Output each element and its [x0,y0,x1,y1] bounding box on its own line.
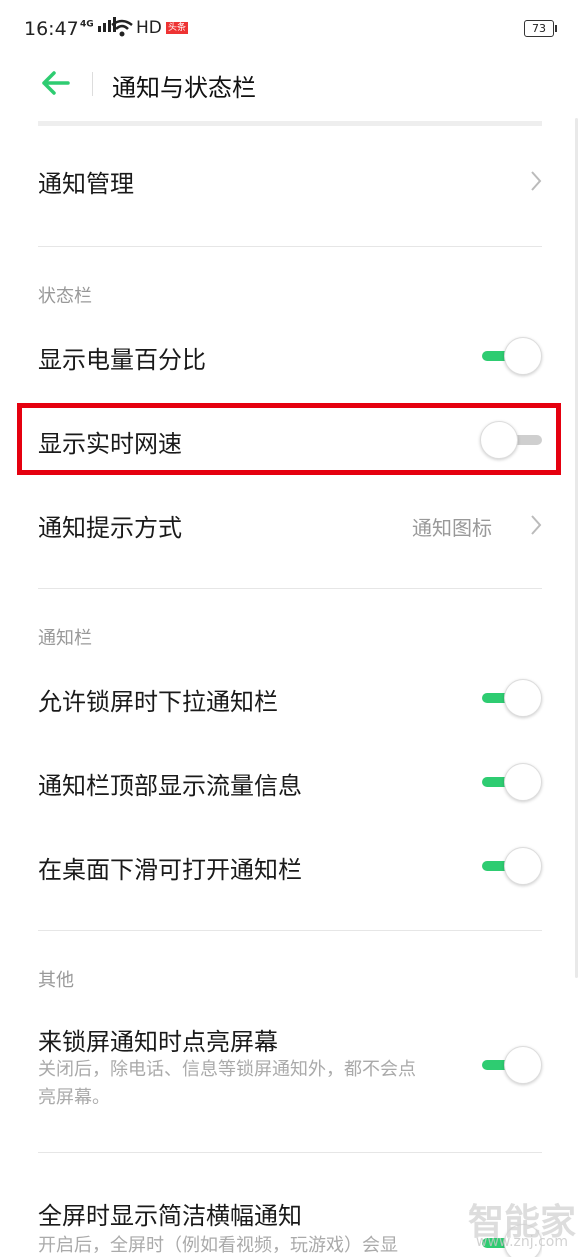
battery-icon: 73 [524,20,557,37]
section-status-bar: 状态栏 [38,286,92,307]
item-value: 通知图标 [412,516,492,540]
item-label: 通知管理 [38,170,134,198]
item-label: 在桌面下滑可打开通知栏 [38,856,302,884]
wifi-icon [111,19,133,37]
highlight-box [17,403,561,475]
page-header: 通知与状态栏 [0,58,580,118]
data-usage-toggle[interactable] [480,763,542,801]
notification-style-item[interactable]: 通知提示方式 通知图标 [38,502,542,548]
divider [38,930,542,931]
section-other: 其他 [38,970,74,991]
swipe-down-desktop-toggle[interactable] [480,847,542,885]
divider [38,588,542,589]
app-badge: 头条 [166,22,189,34]
show-battery-percent-item[interactable]: 显示电量百分比 [38,334,542,380]
chevron-right-icon [531,515,542,535]
scrollbar[interactable] [575,118,578,978]
page-title: 通知与状态栏 [112,74,256,102]
item-label: 通知栏顶部显示流量信息 [38,772,302,800]
back-arrow-icon [42,71,70,95]
divider [38,1152,542,1153]
status-bar: 16:47 4G HD 头条 73 [0,0,580,58]
watermark-url: www.znj.com [476,1234,568,1250]
item-description: 关闭后，除电话、信息等锁屏通知外，都不会点亮屏幕。 [38,1059,416,1108]
show-data-usage-item[interactable]: 通知栏顶部显示流量信息 [38,760,542,806]
item-description: 开启后，全屏时（例如看视频，玩游戏）会显 [38,1235,398,1256]
banner-fullscreen-item[interactable]: 全屏时显示简洁横幅通知 开启后，全屏时（例如看视频，玩游戏）会显 [38,1192,542,1257]
divider [38,246,542,247]
chevron-right-icon [531,171,542,191]
notification-management-item[interactable]: 通知管理 [38,150,542,212]
wake-screen-item[interactable]: 来锁屏通知时点亮屏幕 关闭后，除电话、信息等锁屏通知外，都不会点亮屏幕。 [38,1018,542,1118]
swipe-down-desktop-item[interactable]: 在桌面下滑可打开通知栏 [38,844,542,890]
wake-screen-toggle[interactable] [480,1046,542,1084]
pull-down-lockscreen-item[interactable]: 允许锁屏时下拉通知栏 [38,676,542,722]
item-label: 全屏时显示简洁横幅通知 [38,1202,302,1230]
back-button[interactable] [40,70,72,96]
item-label: 允许锁屏时下拉通知栏 [38,688,278,716]
network-type: 4G [80,19,94,30]
hd-indicator: HD [136,18,162,38]
item-label: 通知提示方式 [38,514,182,542]
item-label: 来锁屏通知时点亮屏幕 [38,1028,278,1056]
header-shadow [38,121,542,126]
pull-down-lockscreen-toggle[interactable] [480,679,542,717]
header-divider [92,72,93,96]
status-time: 16:47 [24,18,79,40]
item-label: 显示电量百分比 [38,346,206,374]
battery-percent-toggle[interactable] [480,337,542,375]
section-notification-bar: 通知栏 [38,628,92,649]
